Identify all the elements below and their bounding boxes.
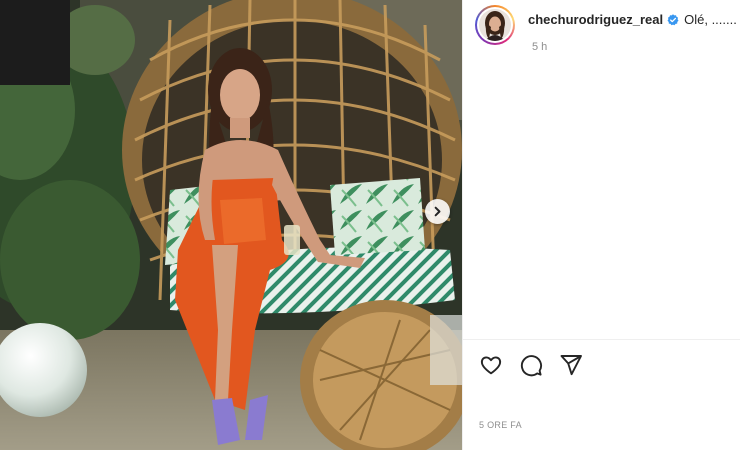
story-ring[interactable]: [475, 5, 515, 45]
post-header: chechurodriguez_real Olé, ....... 5 h: [475, 5, 740, 54]
comment-button[interactable]: [519, 353, 543, 377]
next-photo-button[interactable]: [425, 199, 450, 224]
like-button[interactable]: [479, 353, 503, 377]
avatar: [479, 9, 511, 41]
verified-badge-icon: [667, 14, 679, 26]
paper-plane-icon: [560, 355, 582, 376]
post-side-panel: chechurodriguez_real Olé, ....... 5 h 5 …: [462, 0, 740, 450]
heart-icon: [480, 356, 502, 375]
share-button[interactable]: [559, 353, 583, 377]
post-media[interactable]: [0, 0, 462, 450]
post-time-ago[interactable]: 5 h: [532, 41, 738, 54]
chevron-right-icon: [434, 206, 441, 217]
divider: [463, 339, 740, 340]
post-timestamp[interactable]: 5 ORE FA: [479, 420, 522, 430]
post-photo: [0, 0, 462, 450]
action-bar: [479, 353, 599, 377]
post-caption: Olé, .......: [684, 12, 737, 27]
instagram-post: chechurodriguez_real Olé, ....... 5 h 5 …: [0, 0, 740, 450]
username[interactable]: chechurodriguez_real: [528, 12, 663, 28]
comment-icon: [520, 355, 543, 377]
